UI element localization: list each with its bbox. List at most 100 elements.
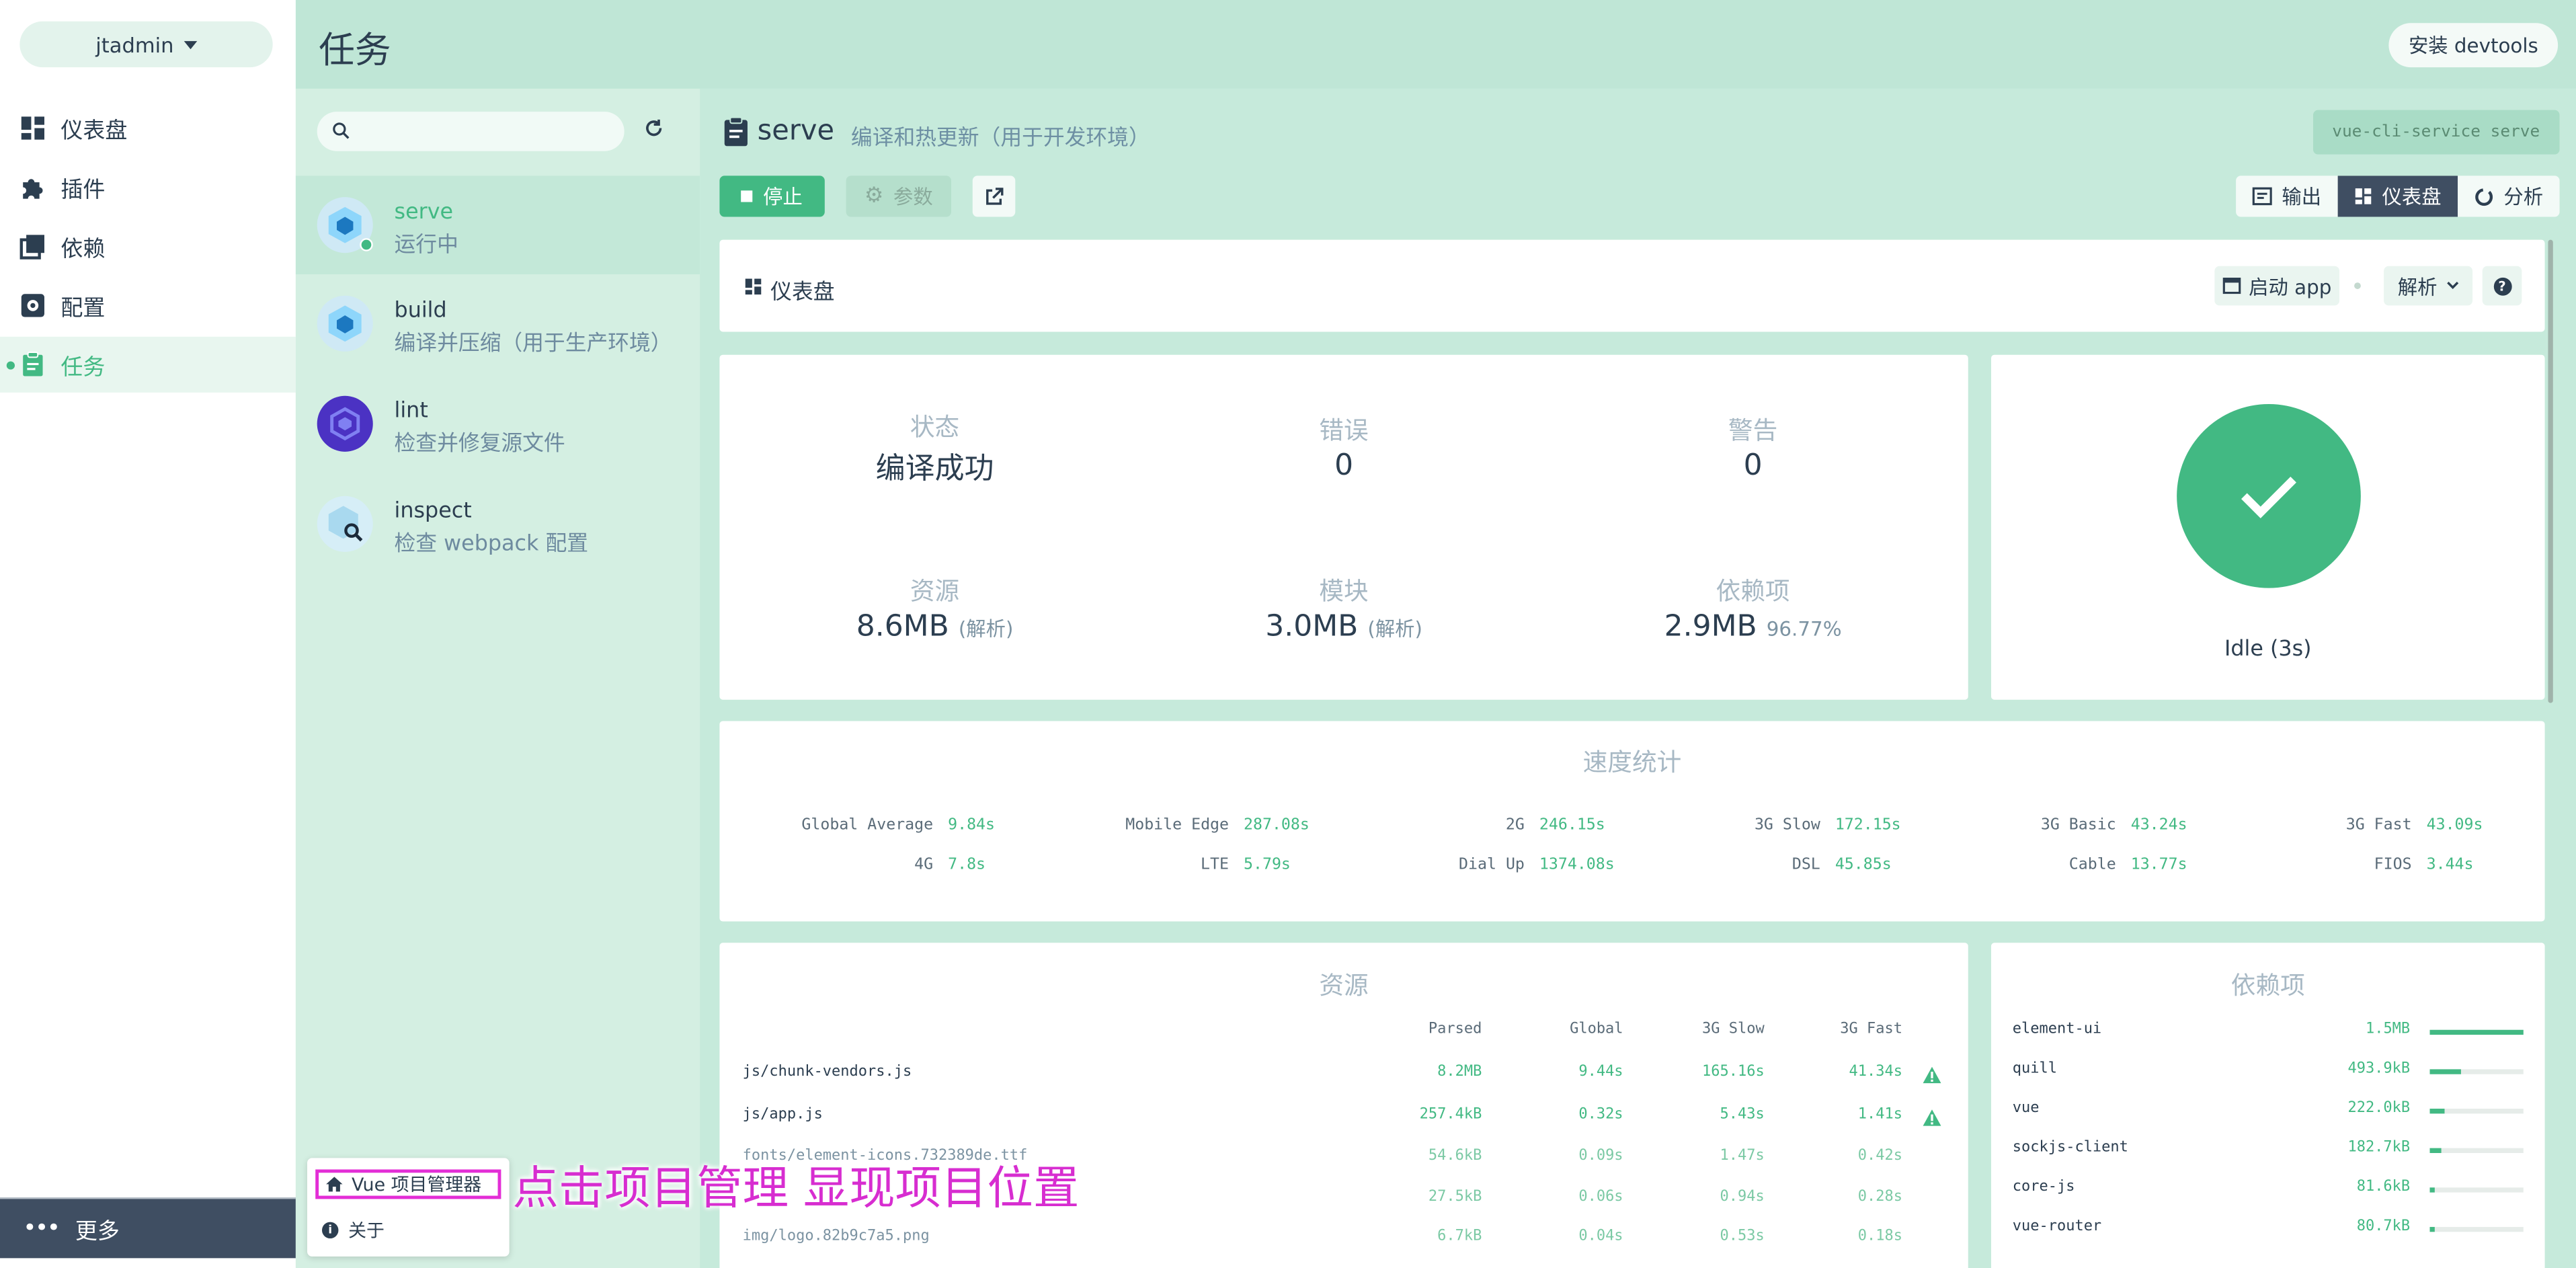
speed-label: Dial Up [1459,855,1525,874]
user-dropdown[interactable]: jtadmin [19,21,273,68]
open-external-icon [986,187,1004,204]
asset-file-name: js/chunk-vendors.js [742,1064,912,1081]
assets-card: 资源 Parsed Global 3G Slow 3G Fast js/chunk-v… [719,943,1968,1268]
stat-value: 2.9MB 96.77% [1572,609,1934,643]
asset-global-time: 0.09s [1578,1148,1623,1165]
install-devtools-button[interactable]: 安装 devtools [2388,23,2559,68]
asset-row[interactable]: js/app.js 257.4kB 0.32s 5.43s 1.41s [743,1107,1958,1134]
task-item-lint[interactable]: lint 检查并修复源文件 [296,374,700,473]
speed-value: 5.79s [1244,855,1291,874]
stop-icon [741,190,754,202]
dependency-row[interactable]: sockjs-client 182.7kB [2013,1140,2525,1162]
refresh-icon[interactable] [644,118,663,138]
view-output-button[interactable]: 输出 [2236,175,2338,216]
task-item-build[interactable]: build 编译并压缩（用于生产环境） [296,274,700,373]
asset-file-name: img/logo.82b9c7a5.png [742,1228,930,1245]
task-description: 检查并修复源文件 [394,432,565,457]
assets-column-header: 3G Fast [1840,1021,1903,1038]
speed-label: 3G Slow [1754,816,1820,835]
scrollbar[interactable] [2548,239,2553,703]
stop-label: 停止 [763,186,803,209]
speed-stat: Global Average 9.84s [736,816,995,834]
speed-value: 43.09s [2426,816,2483,835]
asset-parsed-size: 6.7kB [1437,1228,1482,1245]
start-app-button[interactable]: 启动 app [2214,266,2340,306]
dependency-name: vue [2012,1100,2040,1117]
dependency-row[interactable]: vue-router 80.7kB [2013,1219,2525,1242]
nav-item-plugins[interactable]: 插件 [0,159,296,215]
vue-project-manager-item[interactable]: Vue 项目管理器 [315,1169,501,1199]
vue-project-manager-label: Vue 项目管理器 [351,1174,482,1196]
left-nav: jtadmin 仪表盘 插件 依赖 配置 任务 ••• 更多 [0,0,296,1268]
checkmark-icon [2241,477,2296,518]
stat-value: 0 [1743,448,1763,483]
nav-label: 配置 [61,295,106,322]
assets-title: 资源 [1319,970,1369,1000]
about-item[interactable]: i 关于 [322,1216,385,1245]
active-indicator [6,361,15,370]
help-icon: ? [2493,276,2511,295]
stat-value: 编译成功 [875,451,994,487]
nav-item-config[interactable]: 配置 [0,278,296,333]
analyze-dropdown[interactable]: 解析 [2384,266,2473,306]
build-progress-card: Idle (3s) [1990,354,2545,700]
more-button[interactable]: ••• 更多 [0,1197,296,1259]
dependencies-card: 依赖项 element-ui 1.5MB quill 493.9kB vue 222.0k… [1990,943,2545,1268]
view-analyze-button[interactable]: 分析 [2458,175,2560,216]
task-subtitle: 编译和热更新（用于开发环境） [850,126,1150,151]
donut-chart-icon [2475,187,2493,205]
task-icon [23,352,43,377]
open-external-button[interactable] [972,175,1016,217]
speed-label: 3G Fast [2345,816,2412,835]
assets-column-header: Parsed [1428,1021,1482,1038]
annotation-text: 点击项目管理 显现项目位置 [512,1161,1080,1216]
speed-value: 7.8s [948,855,986,874]
dependency-row[interactable]: core-js 81.6kB [2013,1179,2525,1202]
asset-row[interactable]: js/chunk-vendors.js 8.2MB 9.44s 165.16s 41.3… [743,1064,1958,1091]
terminal-icon [2252,187,2272,206]
task-search-input[interactable] [317,112,625,151]
speed-label: Cable [2068,855,2116,874]
dependency-row[interactable]: quill 493.9kB [2013,1061,2525,1084]
task-item-serve[interactable]: serve 运行中 [295,175,700,274]
asset-parsed-size: 8.2MB [1437,1064,1482,1081]
home-icon [326,1177,343,1192]
deps-size: 2.9MB [1664,609,1757,644]
asset-row[interactable]: img/logo.82b9c7a5.png 6.7kB 0.04s 0.53s 0.18… [743,1228,1958,1255]
dependency-size: 493.9kB [2347,1061,2411,1078]
dependency-size: 182.7kB [2347,1140,2411,1156]
nav-item-dependencies[interactable]: 依赖 [0,219,296,274]
webpack-inspect-icon [317,496,373,552]
dependency-name: quill [2012,1061,2057,1078]
view-analyze-label: 分析 [2503,186,2544,209]
task-item-inspect[interactable]: inspect 检查 webpack 配置 [296,475,700,573]
asset-global-time: 0.06s [1578,1189,1623,1206]
task-description: 运行中 [394,233,458,258]
dependency-size-bar-fill [2429,1148,2442,1153]
more-menu: Vue 项目管理器 i 关于 [307,1158,510,1257]
asset-3g-fast-time: 41.34s [1849,1064,1903,1081]
gear-icon: ⚙ [864,184,884,209]
modules-parse-link[interactable]: (解析) [1367,618,1422,641]
nav-item-dashboard[interactable]: 仪表盘 [0,100,296,156]
stat-value: 0 [1334,448,1354,483]
asset-global-time: 0.32s [1578,1107,1623,1124]
help-button[interactable]: ? [2482,266,2522,306]
dependency-row[interactable]: vue 222.0kB [2013,1101,2525,1123]
dependency-size-bar [2429,1069,2524,1074]
view-dashboard-button[interactable]: 仪表盘 [2337,175,2458,217]
speed-stats-card: 速度统计 Global Average 9.84s Mobile Edge 287.0… [719,721,2545,922]
dependency-size: 1.5MB [2365,1021,2411,1038]
stat-modules: 模块 3.0MB (解析) [1163,573,1525,643]
dependency-row[interactable]: element-ui 1.5MB [2013,1022,2525,1045]
stat-errors: 错误 0 [1163,412,1525,483]
assets-parse-link[interactable]: (解析) [959,618,1014,641]
stat-value: 3.0MB (解析) [1163,609,1525,643]
asset-global-time: 9.44s [1578,1064,1623,1081]
asset-3g-fast-time: 0.18s [1857,1228,1903,1245]
speed-value: 43.24s [2130,816,2187,835]
stop-button[interactable]: 停止 [719,175,825,217]
speed-stat: DSL 45.85s [1623,856,1892,874]
params-button[interactable]: ⚙ 参数 [846,175,952,217]
nav-item-tasks[interactable]: 任务 [0,336,296,393]
